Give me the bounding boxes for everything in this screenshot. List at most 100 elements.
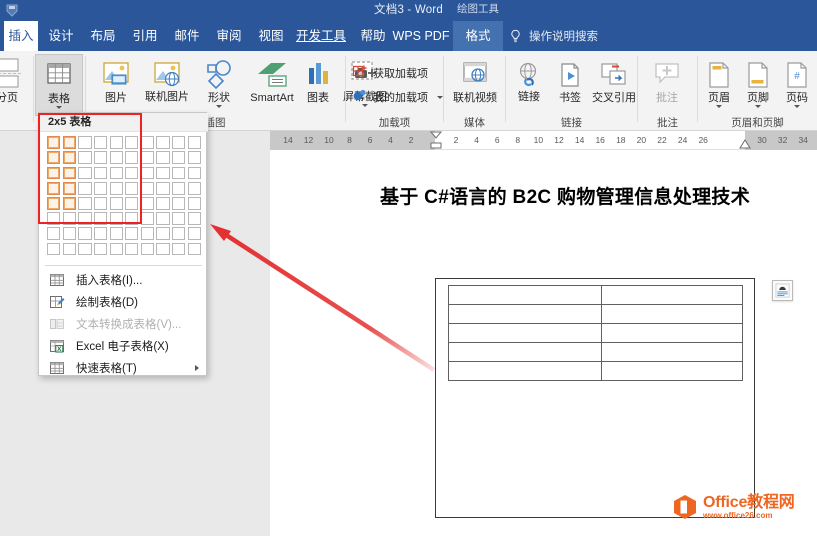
- horizontal-ruler[interactable]: 14121086422468101214161820222426303234: [270, 131, 817, 150]
- grid-cell-2x2[interactable]: [63, 151, 76, 164]
- grid-cell-10x8[interactable]: [188, 243, 201, 256]
- get-addins-button[interactable]: 获取加载项: [352, 63, 428, 82]
- grid-cell-7x8[interactable]: [141, 243, 154, 256]
- grid-cell-7x5[interactable]: [141, 197, 154, 210]
- grid-cell-6x1[interactable]: [125, 136, 138, 149]
- table-cell[interactable]: [601, 324, 742, 343]
- grid-cell-5x4[interactable]: [110, 182, 123, 195]
- bookmark-button[interactable]: 书签: [550, 54, 590, 104]
- grid-cell-2x3[interactable]: [63, 167, 76, 180]
- grid-cell-8x5[interactable]: [156, 197, 169, 210]
- right-indent-marker[interactable]: [738, 139, 752, 150]
- grid-cell-10x2[interactable]: [188, 151, 201, 164]
- grid-cell-10x6[interactable]: [188, 212, 201, 225]
- grid-cell-6x5[interactable]: [125, 197, 138, 210]
- grid-cell-9x2[interactable]: [172, 151, 185, 164]
- page-number-button[interactable]: # 页码: [779, 54, 815, 108]
- grid-cell-8x1[interactable]: [156, 136, 169, 149]
- grid-cell-9x4[interactable]: [172, 182, 185, 195]
- pictures-button[interactable]: 图片: [89, 54, 143, 104]
- grid-cell-4x5[interactable]: [94, 197, 107, 210]
- document-page[interactable]: 基于 C#语言的 B2C 购物管理信息处理技术: [270, 150, 817, 536]
- grid-cell-4x7[interactable]: [94, 227, 107, 240]
- table-cell[interactable]: [601, 286, 742, 305]
- chevron-down-icon[interactable]: [216, 105, 222, 108]
- grid-cell-3x8[interactable]: [78, 243, 91, 256]
- grid-cell-5x3[interactable]: [110, 167, 123, 180]
- grid-cell-6x6[interactable]: [125, 212, 138, 225]
- table-grid-dropdown[interactable]: 2x5 表格 插入表格(I)...: [38, 112, 207, 376]
- header-button[interactable]: 页眉: [701, 54, 737, 108]
- table-row[interactable]: [449, 305, 743, 324]
- menu-item-insert-table[interactable]: 插入表格(I)...: [40, 269, 207, 290]
- grid-cell-1x1[interactable]: [47, 136, 60, 149]
- grid-cell-5x2[interactable]: [110, 151, 123, 164]
- my-addins-button[interactable]: 我的加载项: [352, 87, 443, 106]
- tab-developer[interactable]: 开发工具: [292, 21, 350, 51]
- grid-cell-8x7[interactable]: [156, 227, 169, 240]
- chevron-down-icon[interactable]: [56, 106, 62, 109]
- table-cell[interactable]: [601, 362, 742, 381]
- table-cell[interactable]: [601, 343, 742, 362]
- grid-cell-5x6[interactable]: [110, 212, 123, 225]
- table-cell[interactable]: [449, 343, 602, 362]
- online-video-button[interactable]: 联机视频: [447, 54, 503, 104]
- table-cell[interactable]: [449, 324, 602, 343]
- tell-me-search[interactable]: 操作说明搜索: [508, 21, 598, 51]
- chevron-down-icon[interactable]: [716, 105, 722, 108]
- inserted-table[interactable]: [448, 285, 743, 381]
- shapes-button[interactable]: 形状: [192, 54, 246, 108]
- grid-cell-3x5[interactable]: [78, 197, 91, 210]
- table-row[interactable]: [449, 362, 743, 381]
- grid-cell-9x6[interactable]: [172, 212, 185, 225]
- grid-cell-3x6[interactable]: [78, 212, 91, 225]
- grid-cell-4x4[interactable]: [94, 182, 107, 195]
- grid-cell-10x4[interactable]: [188, 182, 201, 195]
- grid-cell-3x3[interactable]: [78, 167, 91, 180]
- table-row[interactable]: [449, 343, 743, 362]
- grid-cell-5x1[interactable]: [110, 136, 123, 149]
- cross-reference-button[interactable]: 交叉引用: [590, 54, 638, 104]
- grid-cell-7x6[interactable]: [141, 212, 154, 225]
- grid-cell-6x7[interactable]: [125, 227, 138, 240]
- grid-cell-1x3[interactable]: [47, 167, 60, 180]
- table-cell[interactable]: [449, 286, 602, 305]
- tab-help[interactable]: 帮助: [356, 21, 390, 51]
- grid-cell-3x1[interactable]: [78, 136, 91, 149]
- page-break-button[interactable]: 分页: [0, 54, 34, 104]
- grid-cell-7x1[interactable]: [141, 136, 154, 149]
- grid-cell-7x4[interactable]: [141, 182, 154, 195]
- menu-item-quick-tables[interactable]: 快速表格(T): [40, 357, 207, 378]
- online-pictures-button[interactable]: 联机图片: [140, 54, 194, 103]
- grid-cell-9x1[interactable]: [172, 136, 185, 149]
- grid-cell-2x5[interactable]: [63, 197, 76, 210]
- grid-cell-7x2[interactable]: [141, 151, 154, 164]
- table-button[interactable]: 表格: [35, 54, 83, 116]
- grid-cell-2x8[interactable]: [63, 243, 76, 256]
- footer-button[interactable]: 页脚: [740, 54, 776, 108]
- grid-cell-6x8[interactable]: [125, 243, 138, 256]
- table-row[interactable]: [449, 324, 743, 343]
- grid-cell-5x5[interactable]: [110, 197, 123, 210]
- grid-cell-3x7[interactable]: [78, 227, 91, 240]
- grid-cell-4x1[interactable]: [94, 136, 107, 149]
- grid-cell-10x5[interactable]: [188, 197, 201, 210]
- grid-cell-1x7[interactable]: [47, 227, 60, 240]
- table-row[interactable]: [449, 286, 743, 305]
- grid-cell-2x1[interactable]: [63, 136, 76, 149]
- table-cell[interactable]: [449, 362, 602, 381]
- grid-cell-1x2[interactable]: [47, 151, 60, 164]
- grid-cell-4x3[interactable]: [94, 167, 107, 180]
- grid-cell-10x3[interactable]: [188, 167, 201, 180]
- grid-cell-3x4[interactable]: [78, 182, 91, 195]
- grid-cell-8x8[interactable]: [156, 243, 169, 256]
- table-cell[interactable]: [449, 305, 602, 324]
- grid-cell-1x6[interactable]: [47, 212, 60, 225]
- grid-cell-9x7[interactable]: [172, 227, 185, 240]
- grid-cell-2x7[interactable]: [63, 227, 76, 240]
- chevron-down-icon[interactable]: [755, 105, 761, 108]
- grid-cell-1x5[interactable]: [47, 197, 60, 210]
- tab-wps-pdf[interactable]: WPS PDF: [392, 21, 450, 51]
- menu-item-draw-table[interactable]: 绘制表格(D): [40, 291, 207, 312]
- grid-cell-4x8[interactable]: [94, 243, 107, 256]
